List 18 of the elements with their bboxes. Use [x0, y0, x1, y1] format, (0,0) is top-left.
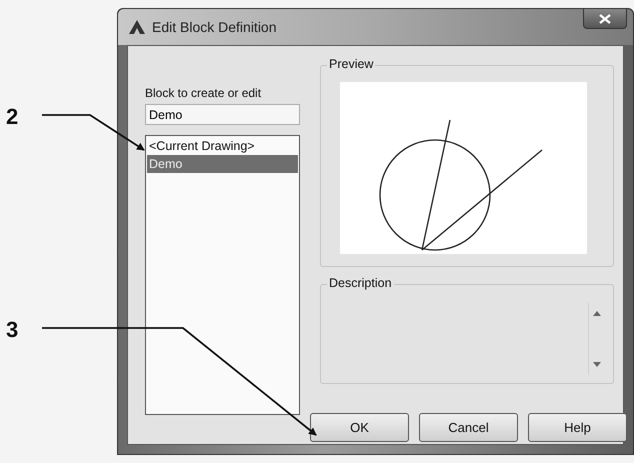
list-item[interactable]: <Current Drawing> [147, 137, 298, 155]
group-label: Description [327, 276, 394, 290]
block-list[interactable]: <Current Drawing> Demo [145, 135, 300, 415]
scroll-down-icon [593, 362, 601, 367]
close-button[interactable] [583, 9, 627, 29]
window-title: Edit Block Definition [152, 19, 278, 35]
group-label: Preview [327, 57, 376, 71]
dialog-button[interactable]: OK [310, 413, 409, 442]
list-item[interactable]: Demo [147, 155, 298, 173]
close-icon [599, 14, 611, 24]
field-label: Block to create or edit [145, 86, 262, 100]
callout-number: 3 [6, 317, 18, 342]
dialog-button[interactable]: Help [528, 413, 627, 442]
callout-number: 2 [6, 104, 18, 129]
app-icon [128, 19, 146, 35]
scroll-up-icon [593, 311, 601, 316]
block-name-field[interactable]: Demo [145, 104, 300, 125]
dialog-button[interactable]: Cancel [419, 413, 518, 442]
